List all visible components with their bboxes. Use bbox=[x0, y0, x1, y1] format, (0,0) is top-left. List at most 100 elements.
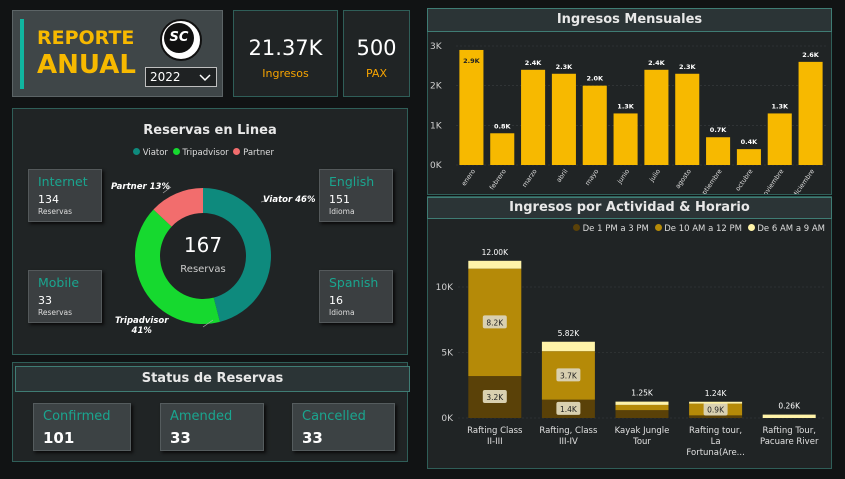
monthly-data-label: 2.4K bbox=[648, 59, 666, 67]
card-mobile: Mobile 33 Reservas bbox=[28, 270, 102, 323]
monthly-data-label: 1.3K bbox=[771, 102, 789, 110]
card-spanish-label: Spanish bbox=[329, 275, 379, 290]
card-spanish-value: 16 bbox=[329, 294, 343, 307]
status-amended-value: 33 bbox=[170, 429, 191, 447]
activity-ytick: 5K bbox=[441, 349, 454, 359]
activity-bar-segment[interactable] bbox=[689, 415, 743, 418]
activity-segment-label: 1.4K bbox=[560, 405, 578, 414]
activity-bar-segment[interactable] bbox=[615, 404, 669, 411]
activity-total-label: 1.24K bbox=[705, 389, 728, 398]
card-english: English 151 Idioma bbox=[319, 169, 393, 222]
activity-bar-segment[interactable] bbox=[689, 401, 743, 404]
monthly-data-label: 0.7K bbox=[710, 126, 728, 134]
monthly-bar[interactable] bbox=[706, 137, 731, 165]
activity-segment-label: 0.9K bbox=[707, 405, 725, 414]
monthly-xtick: junio bbox=[615, 168, 631, 186]
monthly-data-label: 2.9K bbox=[463, 57, 481, 65]
card-internet-value: 134 bbox=[38, 193, 59, 206]
activity-xtick: II-III bbox=[487, 437, 503, 447]
monthly-bar[interactable] bbox=[736, 149, 761, 165]
status-cancelled-card: Cancelled 33 bbox=[292, 403, 395, 451]
activity-xtick: Fortuna(Are... bbox=[686, 448, 744, 458]
activity-bar-segment[interactable] bbox=[615, 410, 669, 418]
monthly-bar[interactable] bbox=[675, 73, 700, 165]
activity-bar-segment[interactable] bbox=[468, 260, 522, 269]
activity-xtick: III-IV bbox=[559, 437, 578, 447]
legend-dot-10am bbox=[654, 224, 662, 231]
monthly-data-label: 0.8K bbox=[494, 122, 512, 130]
logo-text: SC bbox=[169, 30, 189, 45]
company-logo: SC bbox=[160, 19, 202, 61]
monthly-xtick: diciembre bbox=[791, 168, 816, 194]
reservas-panel: Reservas en Linea Viator Tripadvisor Par… bbox=[12, 108, 408, 355]
card-internet-sub: Reservas bbox=[38, 207, 73, 216]
donut-label-partner: Partner 13% bbox=[111, 182, 170, 192]
donut-center-value: 167 bbox=[183, 233, 223, 257]
legend-dot-6am bbox=[747, 224, 755, 231]
activity-chart-panel: Ingresos por Actividad & Horario De 1 PM… bbox=[427, 196, 832, 469]
monthly-data-label: 2.6K bbox=[802, 51, 820, 59]
monthly-data-label: 2.3K bbox=[556, 63, 574, 71]
monthly-xtick: octubre bbox=[734, 168, 755, 193]
monthly-bar[interactable] bbox=[521, 69, 546, 165]
monthly-bar[interactable] bbox=[459, 49, 484, 165]
activity-xtick: Kayak Jungle bbox=[615, 426, 670, 436]
logo-inner-circle: SC bbox=[164, 23, 194, 53]
monthly-bar[interactable] bbox=[644, 69, 669, 165]
monthly-bar[interactable] bbox=[551, 73, 576, 165]
activity-total-label: 1.25K bbox=[631, 389, 654, 398]
activity-xtick: Rafting, Class bbox=[539, 426, 598, 436]
donut-label-tripadvisor: Tripadvisor 41% bbox=[115, 316, 169, 336]
kpi-ingresos-card: 21.37K Ingresos bbox=[233, 10, 338, 97]
title-card: REPORTE ANUAL SC 2022 bbox=[12, 10, 223, 97]
status-confirmed-label: Confirmed bbox=[43, 409, 111, 424]
status-confirmed-card: Confirmed 101 bbox=[33, 403, 131, 451]
kpi-pax-value: 500 bbox=[356, 36, 397, 60]
monthly-xtick: julio bbox=[647, 168, 662, 184]
monthly-xtick: mayo bbox=[583, 168, 600, 187]
card-internet-label: Internet bbox=[38, 174, 88, 189]
monthly-ytick: 3K bbox=[430, 42, 443, 52]
title-accent-bar bbox=[20, 19, 24, 89]
card-mobile-label: Mobile bbox=[38, 275, 80, 290]
activity-xtick: La bbox=[711, 437, 721, 447]
card-english-value: 151 bbox=[329, 193, 350, 206]
legend-6am: De 6 AM a 9 AM bbox=[757, 224, 825, 234]
legend-1pm: De 1 PM a 3 PM bbox=[582, 224, 649, 234]
status-title: Status de Reservas bbox=[15, 366, 410, 392]
activity-total-label: 5.82K bbox=[558, 329, 581, 338]
monthly-bar[interactable] bbox=[613, 113, 638, 165]
monthly-bar-chart: 0K 1K 2K 3K 2.9K enero 0.8K febrero 2.4K marzo 2.3… bbox=[430, 42, 826, 194]
activity-ytick: 0K bbox=[441, 414, 454, 424]
monthly-bar[interactable] bbox=[798, 61, 823, 165]
activity-bar-segment[interactable] bbox=[541, 341, 595, 352]
activity-segment-label: 3.2K bbox=[486, 393, 504, 402]
activity-bar-segment[interactable] bbox=[615, 401, 669, 405]
card-mobile-value: 33 bbox=[38, 294, 52, 307]
activity-chart-title: Ingresos por Actividad & Horario bbox=[427, 197, 832, 219]
monthly-chart-panel: Ingresos Mensuales 0K 1K 2K 3K 2.9K enero 0.8K… bbox=[427, 8, 832, 195]
kpi-pax-card: 500 PAX bbox=[343, 10, 410, 97]
monthly-data-label: 2.4K bbox=[525, 59, 543, 67]
monthly-xtick: marzo bbox=[520, 168, 538, 189]
status-confirmed-value: 101 bbox=[43, 429, 75, 447]
status-amended-card: Amended 33 bbox=[160, 403, 264, 451]
legend-dot-1pm bbox=[572, 224, 580, 231]
monthly-xtick: septiembre bbox=[696, 168, 724, 194]
card-spanish: Spanish 16 Idioma bbox=[319, 270, 393, 323]
monthly-bar[interactable] bbox=[490, 133, 515, 165]
monthly-data-label: 2.3K bbox=[679, 63, 697, 71]
activity-bar-segment[interactable] bbox=[762, 414, 816, 418]
year-dropdown-value: 2022 bbox=[150, 70, 181, 84]
activity-legend: De 1 PM a 3 PM De 10 AM a 12 PM De 6 AM … bbox=[572, 224, 825, 234]
year-dropdown[interactable]: 2022 bbox=[145, 67, 217, 87]
monthly-ytick: 2K bbox=[430, 82, 443, 92]
activity-total-label: 12.00K bbox=[482, 248, 509, 257]
activity-segment-label: 3.7K bbox=[560, 371, 578, 380]
monthly-data-label: 1.3K bbox=[617, 102, 635, 110]
monthly-bar[interactable] bbox=[582, 85, 607, 165]
monthly-bar[interactable] bbox=[767, 113, 792, 165]
monthly-chart-title: Ingresos Mensuales bbox=[427, 8, 832, 32]
card-english-label: English bbox=[329, 174, 375, 189]
activity-xtick: Rafting tour, bbox=[689, 426, 742, 436]
